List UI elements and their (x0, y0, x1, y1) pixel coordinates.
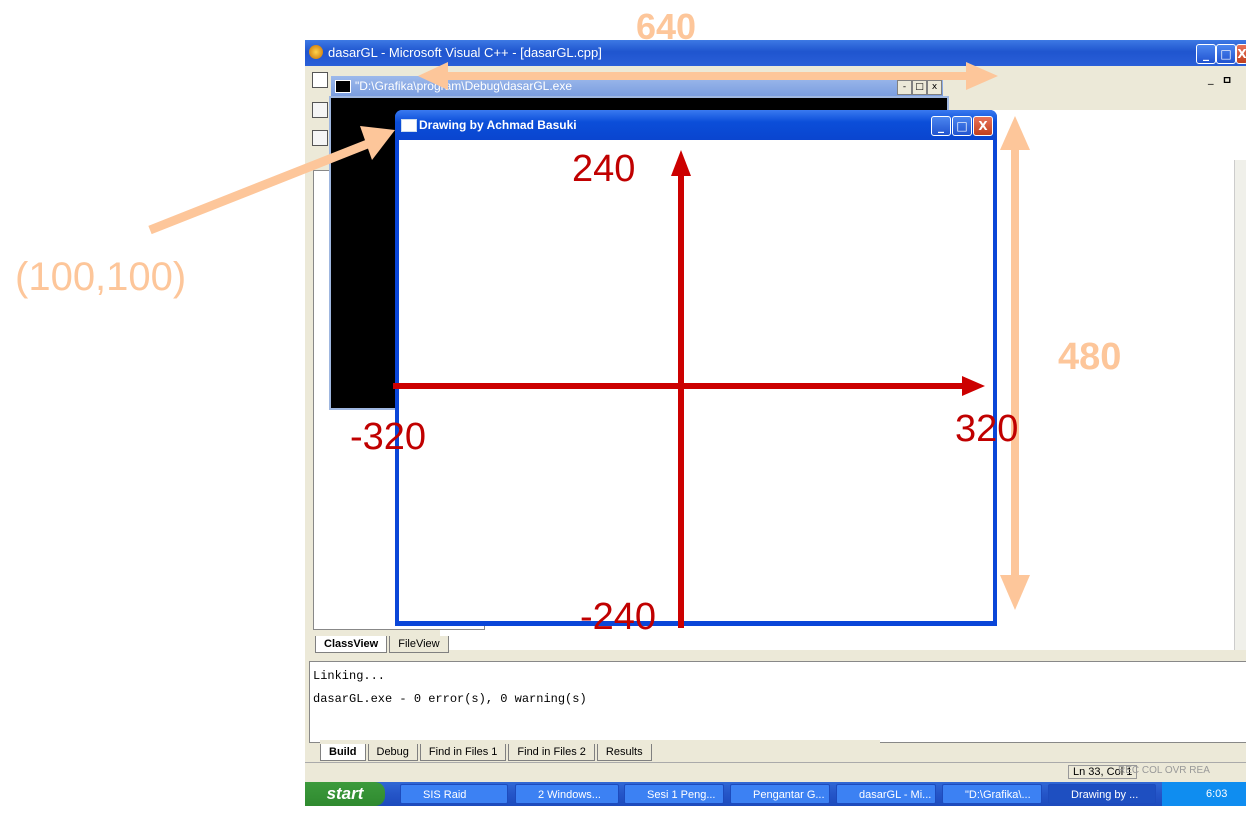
width-label: 640 (636, 6, 697, 47)
height-arrow-bottom-head (1000, 575, 1030, 610)
y-axis-arrowhead (671, 150, 691, 176)
x-max-label: 320 (955, 408, 1019, 450)
height-label: 480 (1058, 336, 1122, 378)
y-max-label: 240 (572, 148, 636, 190)
x-axis-arrowhead (962, 376, 985, 396)
origin-arrow (148, 138, 372, 235)
y-min-label: -240 (580, 596, 657, 638)
origin-label: (100,100) (15, 255, 187, 299)
height-arrow-top-head (1000, 116, 1030, 150)
width-arrow-right-head (966, 62, 998, 90)
x-min-label: -320 (350, 416, 427, 458)
annotation-overlay (148, 62, 1030, 628)
width-arrow-left-head (418, 62, 448, 90)
